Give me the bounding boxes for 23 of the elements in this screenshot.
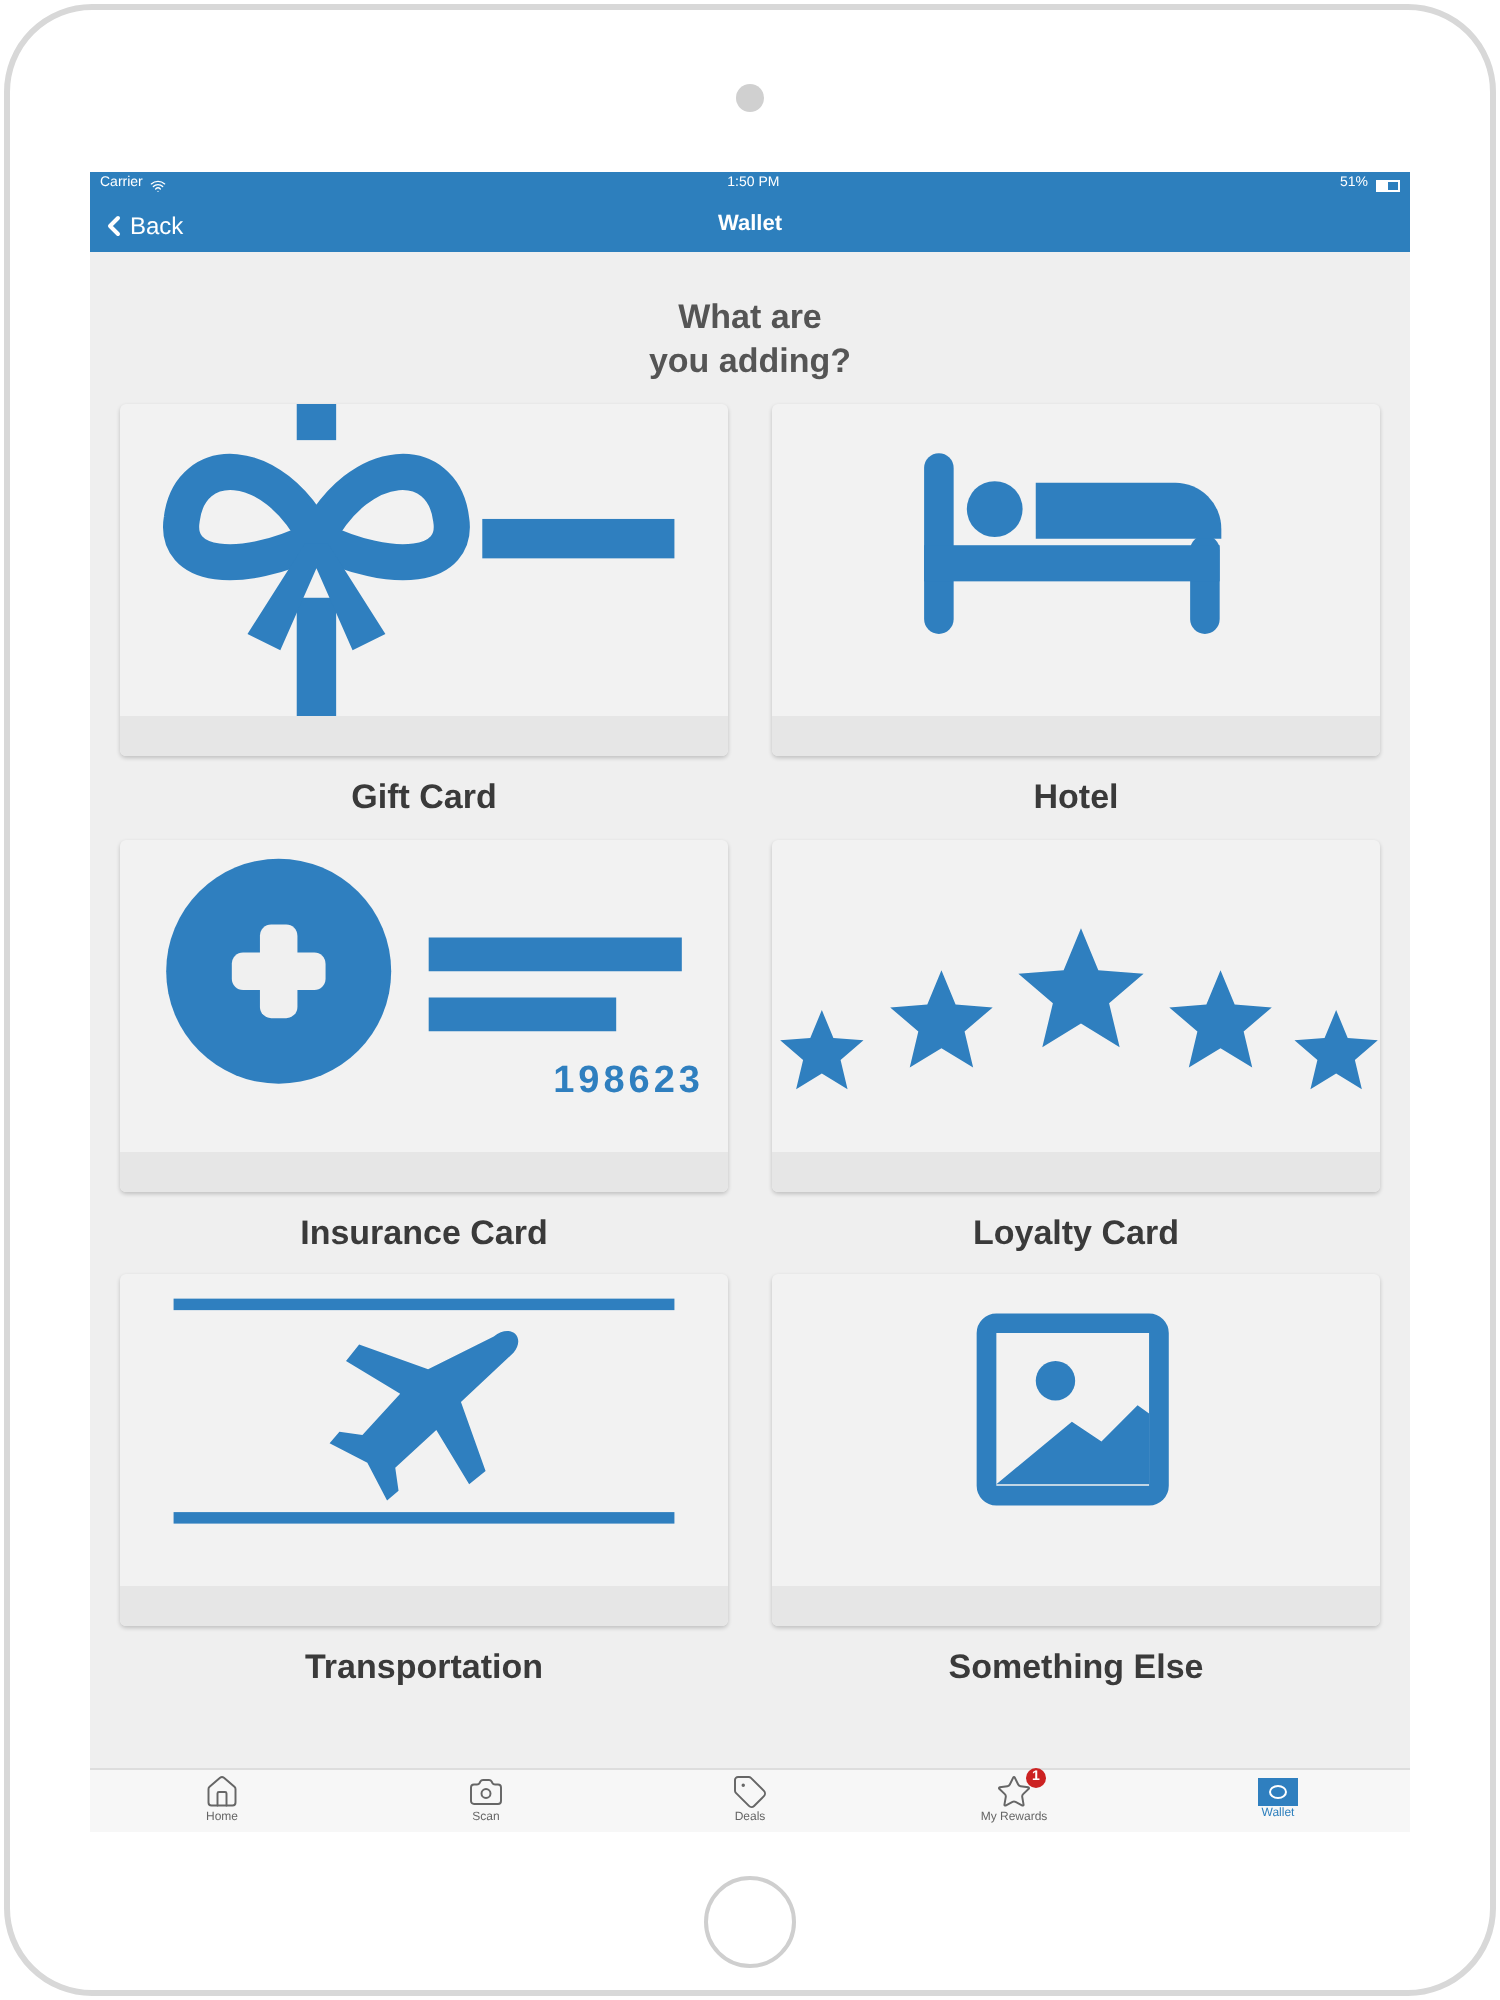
card-label: Gift Card [351, 776, 497, 820]
card-option[interactable]: 198623 [120, 839, 728, 1191]
wallet-icon [1258, 1778, 1298, 1806]
back-button[interactable]: Back [98, 207, 184, 243]
card-option[interactable] [772, 1274, 1380, 1626]
card-label: Hotel [1033, 776, 1119, 820]
card-label: Transportation [304, 1646, 543, 1690]
card-option[interactable] [772, 404, 1380, 756]
card-option[interactable] [120, 1274, 728, 1626]
card-label: Something Else [948, 1646, 1204, 1690]
nav-title: Wallet [718, 210, 782, 241]
card-option[interactable] [772, 839, 1380, 1191]
card-label: Loyalty Card [973, 1211, 1179, 1255]
tag-icon [732, 1774, 768, 1810]
page-heading: What are you adding? [648, 296, 852, 384]
card-number: 198623 [553, 1058, 704, 1106]
camera-icon [468, 1774, 504, 1810]
home-icon [204, 1774, 240, 1810]
wifi-icon [150, 177, 167, 193]
card-label: Insurance Card [300, 1211, 548, 1255]
star-icon [996, 1774, 1032, 1810]
battery-icon [1375, 179, 1400, 191]
card-option[interactable] [120, 404, 728, 756]
